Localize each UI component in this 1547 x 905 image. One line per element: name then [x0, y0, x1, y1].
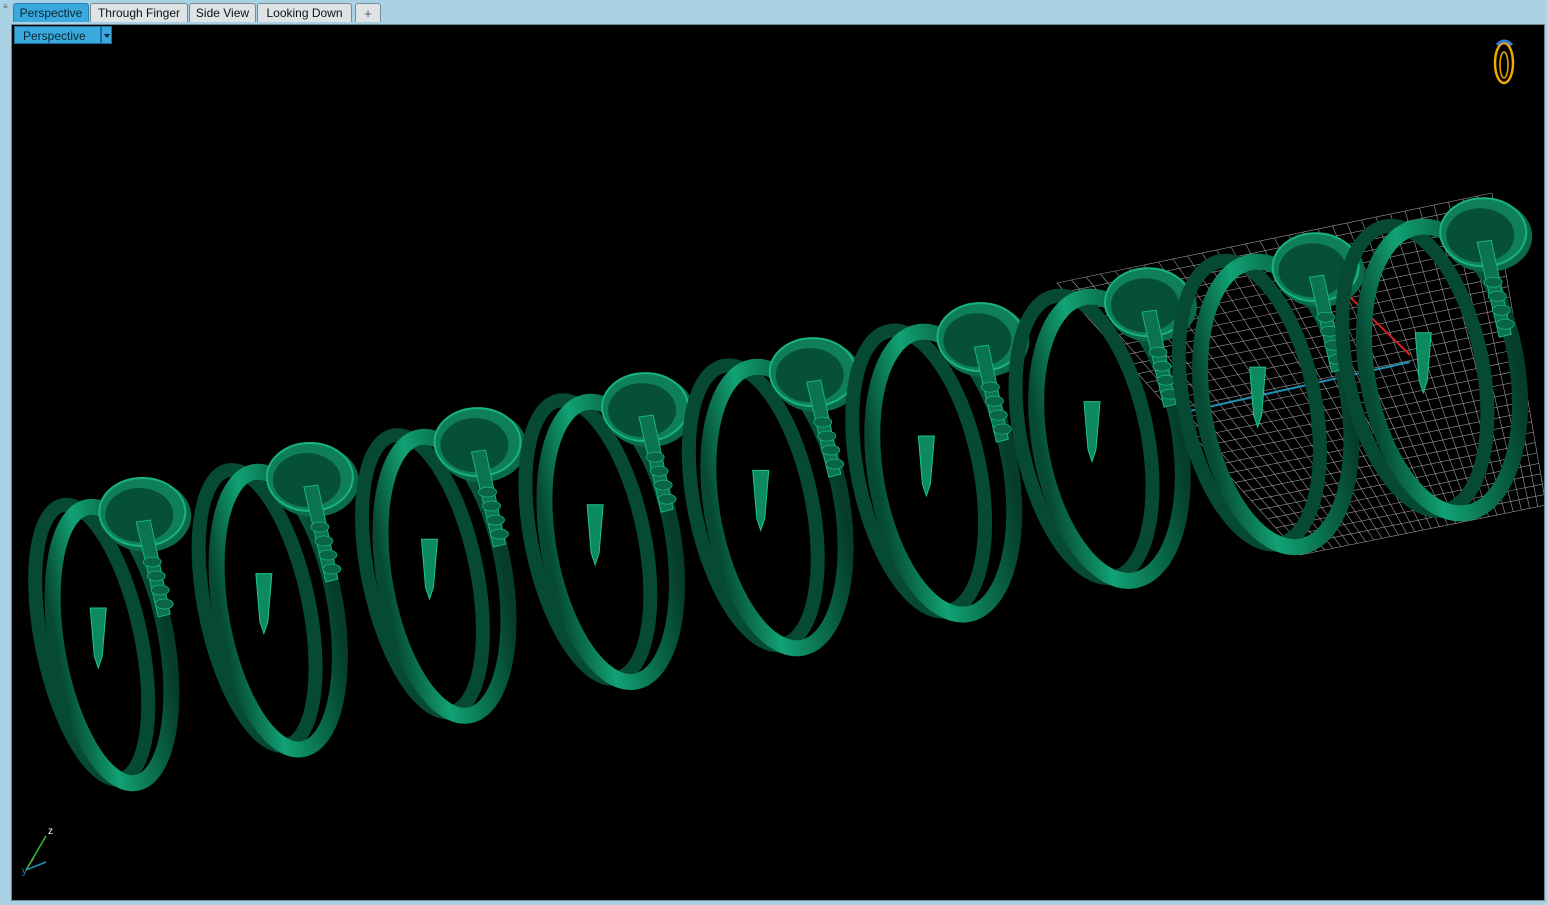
bottom-border [0, 901, 1547, 905]
viewport-scene: z y [14, 39, 1544, 877]
tab-bar-grip[interactable]: ≡ [3, 3, 8, 13]
ring-model[interactable] [829, 302, 1034, 626]
ring-model[interactable] [993, 267, 1204, 592]
tab-looking-down[interactable]: Looking Down [257, 3, 352, 22]
perspective-viewport[interactable]: z y Perspective [11, 24, 1545, 901]
rhino-logo-icon [1493, 39, 1515, 85]
add-tab-button[interactable]: + [355, 3, 381, 22]
ring-model[interactable] [340, 407, 528, 726]
ring-model[interactable] [177, 442, 359, 759]
tab-perspective[interactable]: Perspective [13, 3, 89, 22]
chevron-down-icon[interactable] [101, 26, 112, 44]
ring-model[interactable] [14, 477, 192, 792]
axis-indicator: z y [22, 826, 53, 877]
y-axis-label: y [22, 866, 27, 877]
ring-model[interactable] [666, 337, 865, 659]
z-axis-label: z [48, 826, 53, 837]
viewport-title-button[interactable]: Perspective [14, 26, 101, 44]
ring-models [14, 197, 1533, 792]
tab-side-view[interactable]: Side View [189, 3, 256, 22]
tab-through-finger[interactable]: Through Finger [90, 3, 188, 22]
ring-model[interactable] [503, 372, 697, 692]
viewport-tab-bar: ≡ Perspective Through Finger Side View L… [0, 0, 1547, 24]
plus-icon: + [364, 6, 372, 21]
